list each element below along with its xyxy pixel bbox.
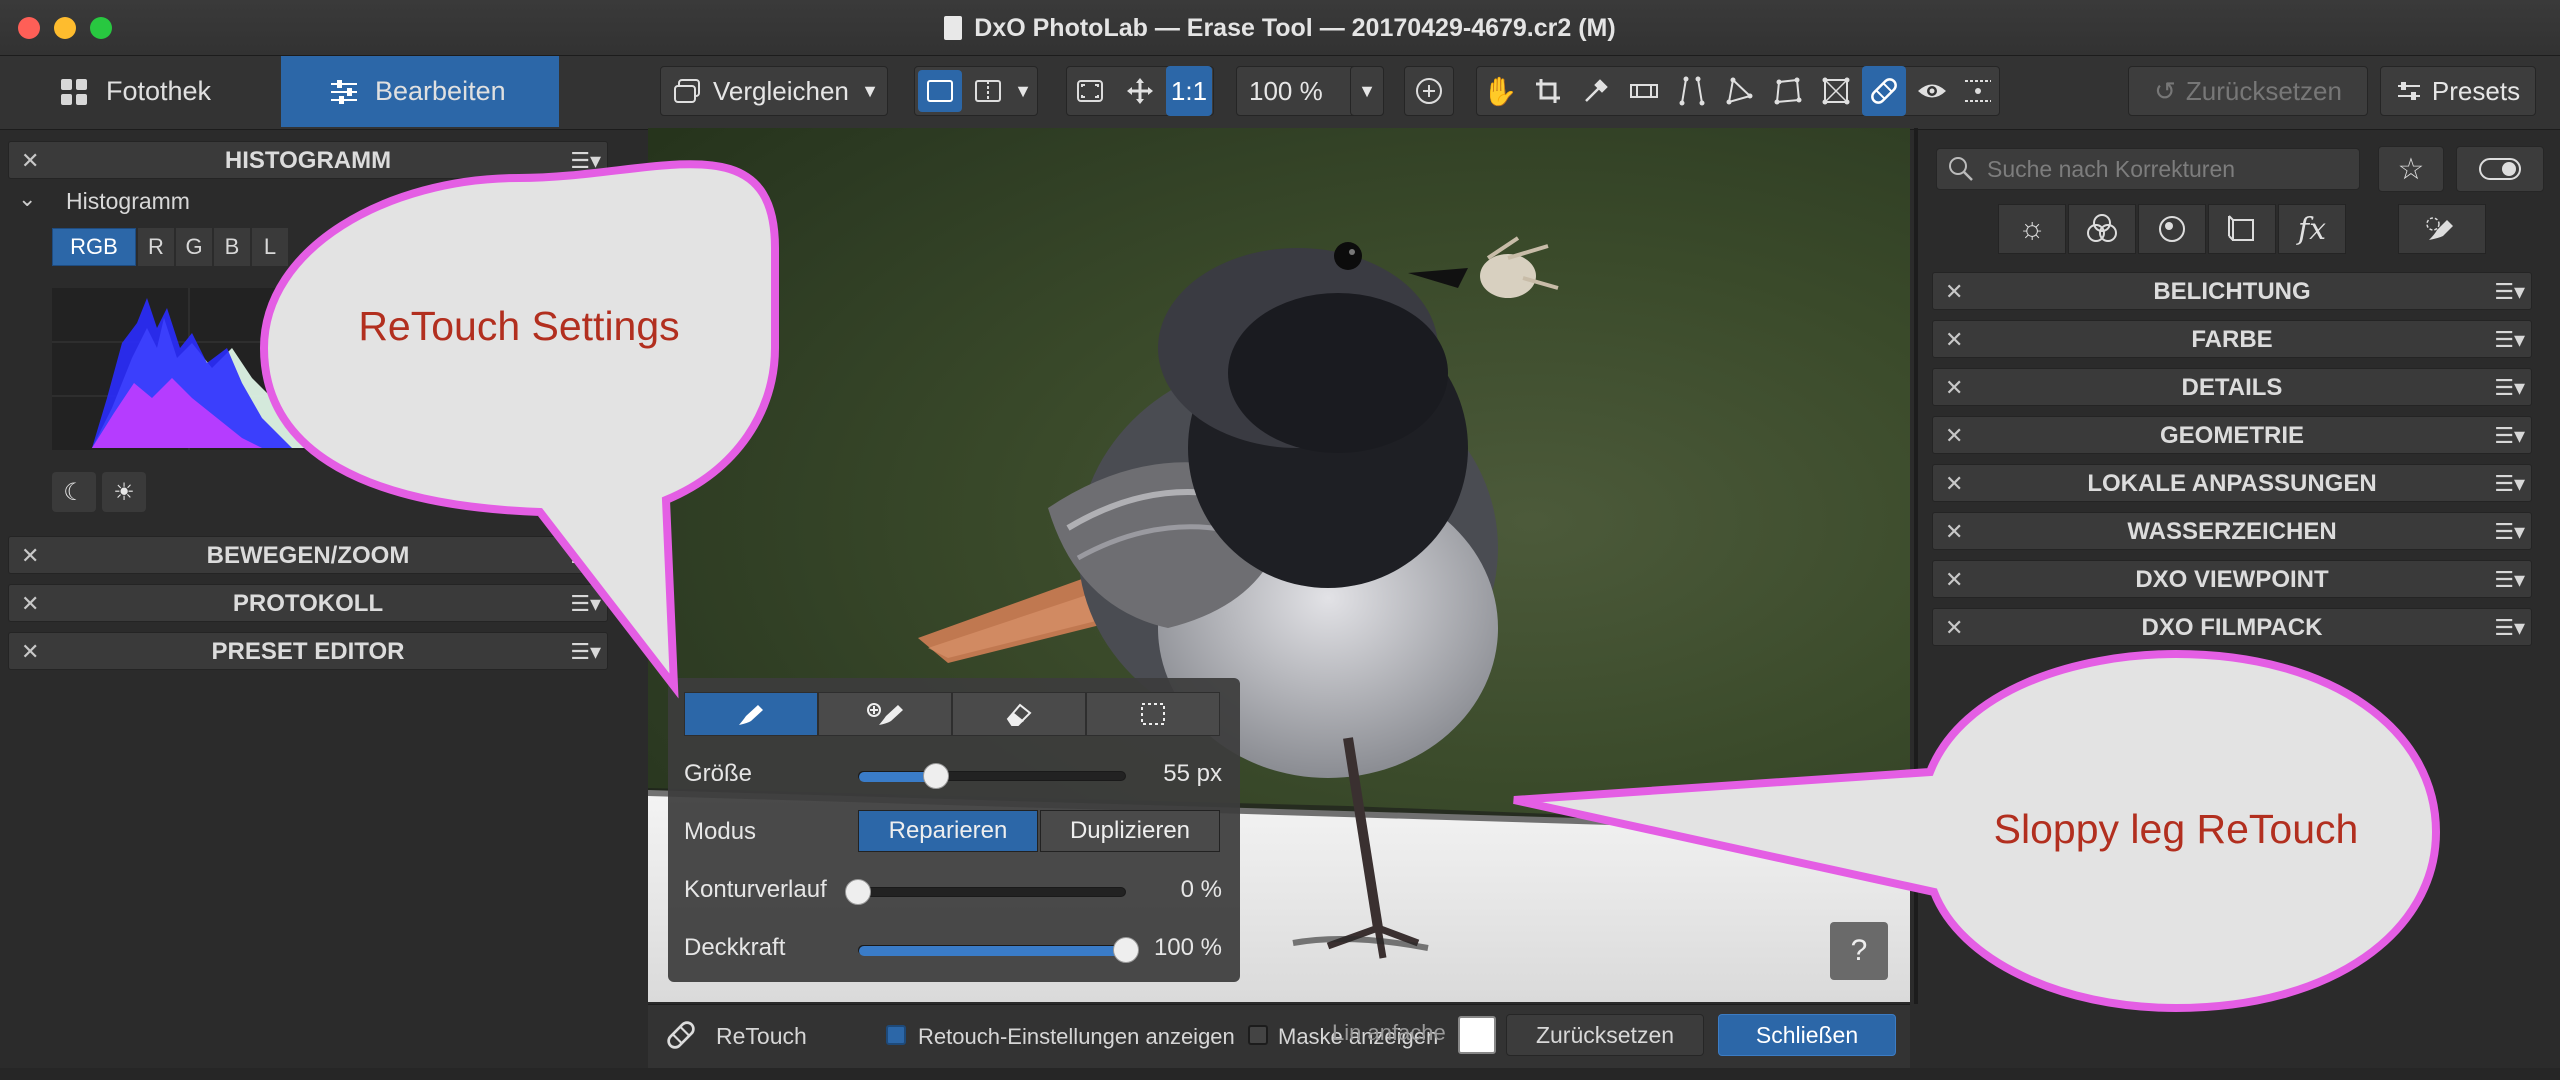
callout-leg-text: Sloppy leg ReTouch <box>1993 806 2359 852</box>
callout-settings-text: ReTouch Settings <box>358 303 680 349</box>
annotation-callouts <box>259 160 2441 1013</box>
